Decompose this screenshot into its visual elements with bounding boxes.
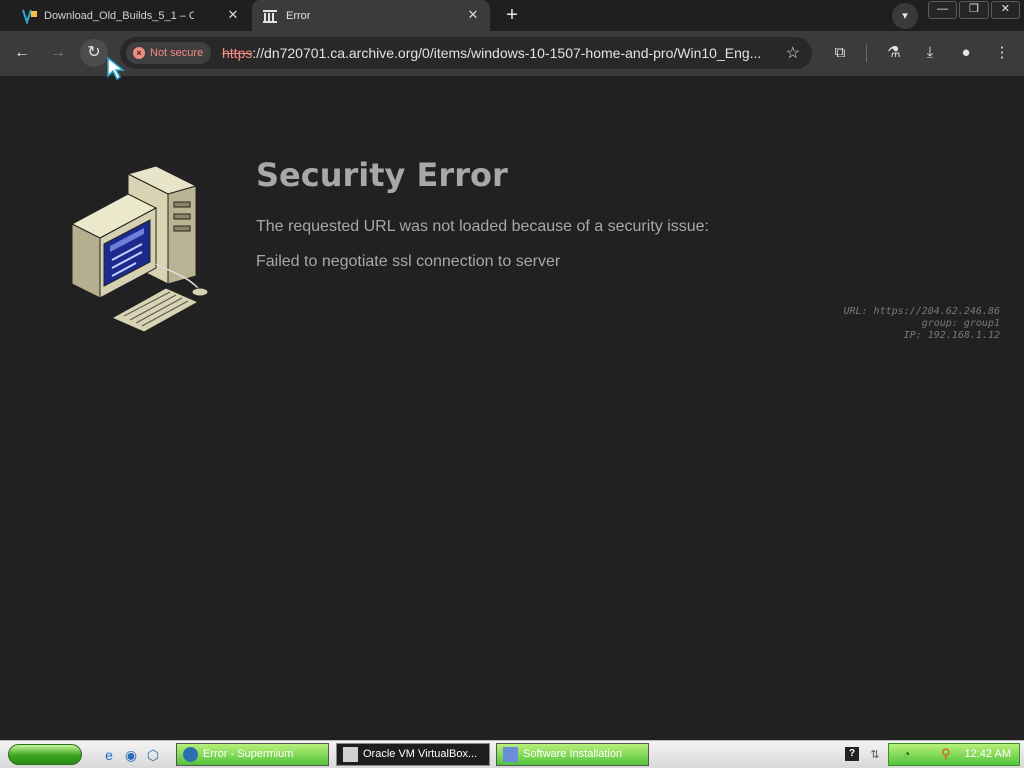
browser-quicklaunch-icon[interactable]: ◉ [122,746,140,764]
network-icon[interactable]: ⇅ [866,746,884,764]
tab-error[interactable]: Error ✕ [252,0,490,31]
meta-url: URL: https://204.62.246.86 [843,306,1000,317]
mouse-cursor-icon [107,56,126,80]
back-button[interactable]: ← [8,39,36,67]
url-rest: ://dn720701.ca.archive.org/0/items/windo… [252,45,762,61]
system-tray: ◔ ⚲ 12:42 AM [888,743,1020,766]
window-controls: — ❐ ✕ [928,1,1020,19]
internet-explorer-icon[interactable]: e [100,746,118,764]
extensions-icon[interactable]: ⧉ [828,41,852,65]
address-bar[interactable]: × Not secure https://dn720701.ca.archive… [120,37,812,69]
warning-icon: × [133,47,145,59]
start-button[interactable] [8,744,82,765]
not-secure-label: Not secure [150,47,204,59]
installer-icon [503,747,518,762]
meta-group: group: group1 [921,318,1000,329]
forward-button[interactable]: → [44,39,72,67]
tab-search-button[interactable]: ▾ [892,3,918,29]
url-scheme: https [222,45,253,61]
taskbar-item-label: Oracle VM VirtualBox... [363,748,478,760]
menu-kebab-icon[interactable]: ⋮ [990,41,1014,65]
error-reason: Failed to negotiate ssl connection to se… [256,253,561,270]
virtualbox-icon [343,747,358,762]
error-page: Security Error The requested URL was not… [0,76,1024,740]
taskbar-item-virtualbox[interactable]: Oracle VM VirtualBox... [336,743,490,766]
archive-favicon-icon [263,10,277,23]
supermium-icon [183,747,198,762]
taskbar-item-label: Software Installation [523,748,623,760]
browser-toolbar: ← → ↻ × Not secure https://dn720701.ca.a… [0,31,1024,76]
taskbar-item-software-installation[interactable]: Software Installation [496,743,649,766]
help-icon[interactable]: ? [845,747,859,761]
tab-title: Error [286,9,311,22]
taskbar: e ◉ ⬡ Error - Supermium Oracle VM Virtua… [0,740,1024,768]
meta-ip: IP: 192.168.1.12 [903,330,1000,341]
taskbar-item-label: Error - Supermium [203,748,294,760]
toolbar-divider [866,44,867,62]
tray-search-icon[interactable]: ⚲ [941,746,951,762]
close-window-button[interactable]: ✕ [990,1,1020,19]
minimize-button[interactable]: — [928,1,958,19]
close-tab-icon[interactable]: ✕ [226,8,240,22]
virtualbox-quicklaunch-icon[interactable]: ⬡ [144,746,162,764]
tab-download-old-builds[interactable]: Download_Old_Builds_5_1 – Orac ✕ [0,0,250,31]
page-title: Security Error [256,156,508,194]
computer-illustration-icon [70,165,209,333]
reload-button[interactable]: ↻ [80,39,108,67]
error-description: The requested URL was not loaded because… [256,218,709,235]
tab-strip: Download_Old_Builds_5_1 – Orac ✕ Error ✕… [0,0,1024,31]
virtualbox-favicon-icon [22,9,37,24]
not-secure-chip[interactable]: × Not secure [126,42,212,64]
restore-button[interactable]: ❐ [959,1,989,19]
tray-status-icon[interactable]: ◔ [903,747,910,761]
close-tab-icon[interactable]: ✕ [466,8,480,22]
request-meta: URL: https://204.62.246.86 group: group1… [843,306,1000,342]
labs-flask-icon[interactable]: ⚗ [882,41,906,65]
download-icon[interactable]: ⤓ [918,41,942,65]
url-text[interactable]: https://dn720701.ca.archive.org/0/items/… [222,45,770,61]
taskbar-item-error[interactable]: Error - Supermium [176,743,329,766]
new-tab-button[interactable]: + [500,4,524,28]
bookmark-star-icon[interactable]: ☆ [786,43,800,63]
tab-title: Download_Old_Builds_5_1 – Orac [44,9,194,22]
profile-icon[interactable]: ● [954,41,978,65]
taskbar-clock[interactable]: 12:42 AM [965,748,1011,760]
